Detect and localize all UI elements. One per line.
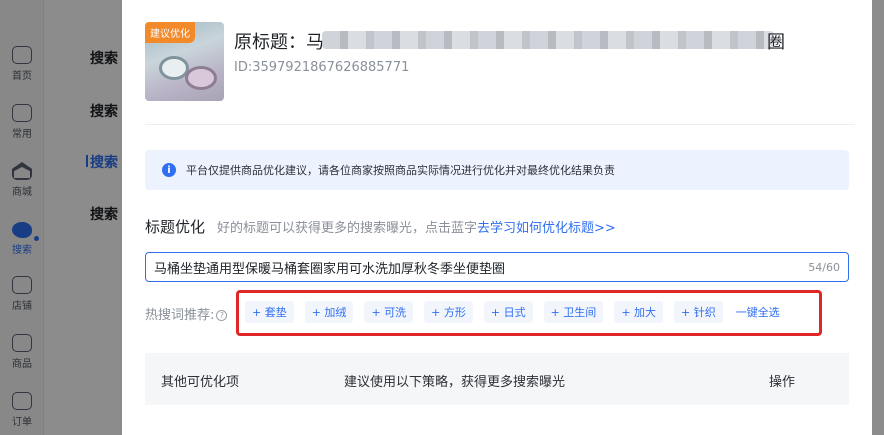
column-header-strategy: 建议使用以下策略，获得更多搜索曝光 [344,375,566,390]
title-optimization-drawer: 建议优化 原标题：马 圈 ID:3597921867626885771 i 平台… [122,0,872,435]
title-input-value[interactable]: 马桶坐垫通用型保暖马桶套圈家用可水洗加厚秋冬季坐便垫圈 [154,258,505,277]
learn-optimize-link[interactable]: 去学习如何优化标题>> [477,221,616,236]
section-title: 标题优化 [145,218,206,236]
hotword-chip[interactable]: + 套垫 [245,301,294,323]
hotword-chip[interactable]: + 加绒 [304,301,354,323]
section-hint: 好的标题可以获得更多的搜索曝光，点击蓝字去学习如何优化标题>> [217,217,616,236]
hint-text: 好的标题可以获得更多的搜索曝光，点击蓝字 [217,221,478,236]
product-image-shape [185,66,217,90]
hotword-list: + 套垫 + 加绒 + 可洗 + 方形 + 日式 + 卫生间 + 加大 + 针织… [245,301,780,323]
notice-text: 平台仅提供商品优化建议，请各位商家按照商品实际情况进行优化并对最终优化结果负责 [186,164,615,177]
column-header-other-items: 其他可优化项 [161,375,240,390]
hotword-chip[interactable]: + 方形 [424,301,473,323]
help-icon[interactable]: ? [216,310,228,321]
hotword-chip[interactable]: + 卫生间 [543,301,604,323]
suggest-optimize-badge: 建议优化 [145,22,195,43]
blurred-title-text [322,31,774,49]
notice-banner: i 平台仅提供商品优化建议，请各位商家按照商品实际情况进行优化并对最终优化结果负… [145,150,849,190]
product-thumbnail: 建议优化 [145,22,224,101]
hotword-chip[interactable]: + 针织 [674,301,723,323]
optimization-table-header: 其他可优化项 建议使用以下策略，获得更多搜索曝光 操作 [145,353,849,405]
hotword-chip[interactable]: + 加大 [614,301,664,323]
original-title: 原标题：马 [234,32,324,53]
divider [145,124,855,125]
original-title-tail: 圈 [767,32,785,53]
hotword-chip[interactable]: + 可洗 [364,301,414,323]
info-icon: i [162,163,176,177]
select-all-button[interactable]: 一键全选 [736,304,780,320]
hotword-chip[interactable]: + 日式 [483,301,533,323]
hotword-label: 热搜词推荐:? [145,304,228,323]
hotword-label-text: 热搜词推荐: [145,308,215,323]
product-id: ID:3597921867626885771 [234,60,410,75]
char-count: 54/60 [808,261,840,274]
column-header-action: 操作 [769,375,796,390]
title-input[interactable]: 马桶坐垫通用型保暖马桶套圈家用可水洗加厚秋冬季坐便垫圈 54/60 [145,252,849,282]
